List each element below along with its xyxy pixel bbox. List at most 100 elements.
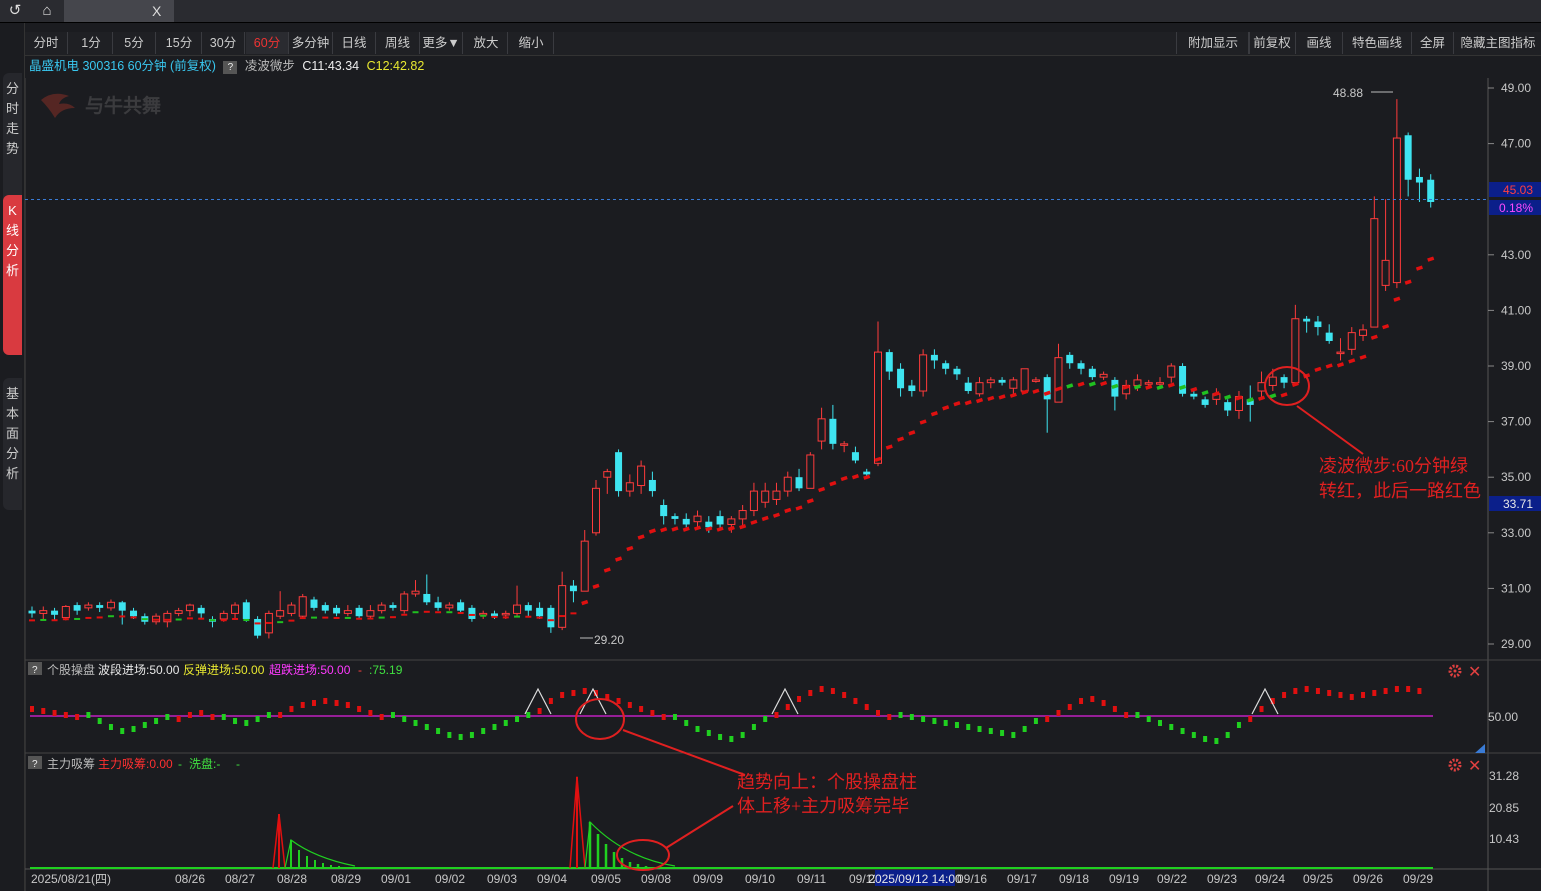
help-icon[interactable]: ?: [32, 759, 38, 770]
price-tick-label: 43.00: [1501, 248, 1531, 262]
lingbo-segment: [1100, 380, 1108, 387]
toolbar-button[interactable]: 隐藏主图指标: [1453, 32, 1541, 54]
lingbo-weibu-line: [29, 256, 1435, 625]
candle-body: [840, 443, 849, 446]
period-button[interactable]: 缩小: [509, 32, 554, 54]
lingbo-segment: [615, 556, 623, 562]
undo-icon[interactable]: ↺: [0, 0, 30, 22]
lingbo-segment: [660, 527, 668, 533]
price-tick-label: 35.00: [1501, 470, 1531, 484]
panel3-washout: 洗盘:-: [189, 756, 220, 771]
candle-body: [930, 354, 938, 361]
lingbo-segment: [1009, 392, 1017, 398]
toolbar-button[interactable]: 画线: [1295, 32, 1343, 54]
panel2-close-icon[interactable]: ✕: [1468, 664, 1481, 681]
candle-body: [61, 605, 70, 619]
panel2-band-entry: 波段进场:50.00: [98, 662, 180, 677]
lingbo-segment: [1235, 395, 1243, 401]
lingbo-segment: [1066, 383, 1074, 389]
lingbo-segment: [1032, 388, 1040, 394]
candle-body: [51, 610, 59, 615]
candle-body: [1415, 176, 1423, 183]
period-button[interactable]: 多分钟: [289, 32, 333, 54]
candle-body: [716, 516, 724, 525]
lingbo-segment: [1145, 384, 1153, 390]
candle-body: [1314, 321, 1322, 328]
lingbo-segment: [806, 498, 814, 504]
lingbo-segment: [1077, 381, 1085, 387]
panel2-value: :75.19: [369, 663, 403, 677]
candle-body: [377, 604, 386, 612]
period-button[interactable]: 5分: [113, 32, 156, 54]
candle-body: [333, 607, 341, 614]
candle-body: [219, 612, 228, 620]
period-button[interactable]: 30分: [202, 32, 245, 54]
period-button[interactable]: 周线: [376, 32, 420, 54]
panel2-settings-icon[interactable]: [1448, 664, 1462, 678]
price-tick-label: 29.00: [1501, 637, 1531, 651]
kline-chart[interactable]: 与牛共舞 49.00 47.00 43.00 41.00 39.00 37.00 35.00…: [25, 78, 1541, 891]
panel2-histogram: [30, 686, 1422, 744]
lingbo-segment: [885, 444, 893, 450]
period-button[interactable]: 1分: [70, 32, 113, 54]
period-button[interactable]: 分时: [25, 32, 68, 54]
panel3-annotation-circle: [616, 839, 670, 871]
candle-body: [468, 607, 476, 619]
toolbar-button[interactable]: 特色画线: [1342, 32, 1412, 54]
candle-body: [874, 351, 882, 464]
candle-body: [603, 471, 612, 478]
price-tick-label: 33.00: [1501, 526, 1531, 540]
close-icon[interactable]: X: [152, 0, 161, 22]
lingbo-segment: [863, 474, 871, 480]
period-button[interactable]: 更多▼: [420, 32, 463, 54]
candle-body: [738, 510, 747, 520]
stock-tab[interactable]: X: [64, 0, 174, 22]
candle-body: [998, 379, 1006, 383]
candle-body: [1381, 259, 1390, 286]
candle-body: [174, 610, 183, 614]
period-button[interactable]: 60分: [246, 32, 289, 54]
panel3-settings-icon[interactable]: [1448, 758, 1462, 772]
period-button[interactable]: 15分: [157, 32, 202, 54]
candle-body: [355, 607, 363, 617]
time-axis-label: 09/05: [591, 872, 621, 886]
lingbo-segment: [874, 456, 882, 463]
annotation-circle: [1264, 366, 1310, 406]
help-icon[interactable]: ?: [32, 665, 38, 676]
candle-body: [1066, 354, 1074, 364]
toolbar-button[interactable]: 前复权: [1248, 32, 1296, 54]
title-bar: ↺ ⌂ X: [0, 0, 1541, 23]
sidebar-tab-kline[interactable]: K线分析: [3, 195, 22, 355]
period-button[interactable]: 放大: [465, 32, 508, 54]
candle-body: [727, 518, 736, 525]
resize-handle-icon[interactable]: [1475, 744, 1485, 753]
candle-body: [851, 452, 859, 461]
panel3-close-icon[interactable]: ✕: [1468, 758, 1481, 775]
lingbo-segment: [1348, 358, 1356, 364]
toolbar-button[interactable]: 全屏: [1411, 32, 1454, 54]
candle-body: [1190, 393, 1198, 397]
candle-body: [625, 482, 634, 492]
panel2-annotation-text-line2: 体上移+主力吸筹完毕: [737, 796, 909, 816]
sidebar-tab-fundamental[interactable]: 基本面分析: [3, 378, 22, 510]
candle-body: [592, 487, 600, 534]
help-icon[interactable]: ?: [223, 61, 238, 74]
period-button[interactable]: 日线: [333, 32, 376, 54]
sidebar-tab-intraday[interactable]: 分时走势: [3, 73, 22, 205]
candle-body: [1325, 332, 1333, 341]
time-axis-label: 09/24: [1255, 872, 1285, 886]
candle-body: [682, 518, 690, 525]
candle-body: [919, 354, 928, 392]
candle-body: [423, 593, 431, 603]
lingbo-segment: [693, 525, 702, 531]
candle-body: [671, 516, 679, 519]
candle-body: [1336, 351, 1345, 355]
candle-body: [547, 607, 555, 628]
price-tick-label: 31.00: [1501, 581, 1531, 595]
candle-body: [908, 385, 916, 392]
price-tick-label: 47.00: [1501, 137, 1531, 151]
home-icon[interactable]: ⌂: [32, 0, 62, 22]
lingbo-segment: [1404, 279, 1412, 285]
toolbar-button[interactable]: 附加显示: [1176, 32, 1250, 54]
lingbo-segment: [648, 528, 656, 534]
